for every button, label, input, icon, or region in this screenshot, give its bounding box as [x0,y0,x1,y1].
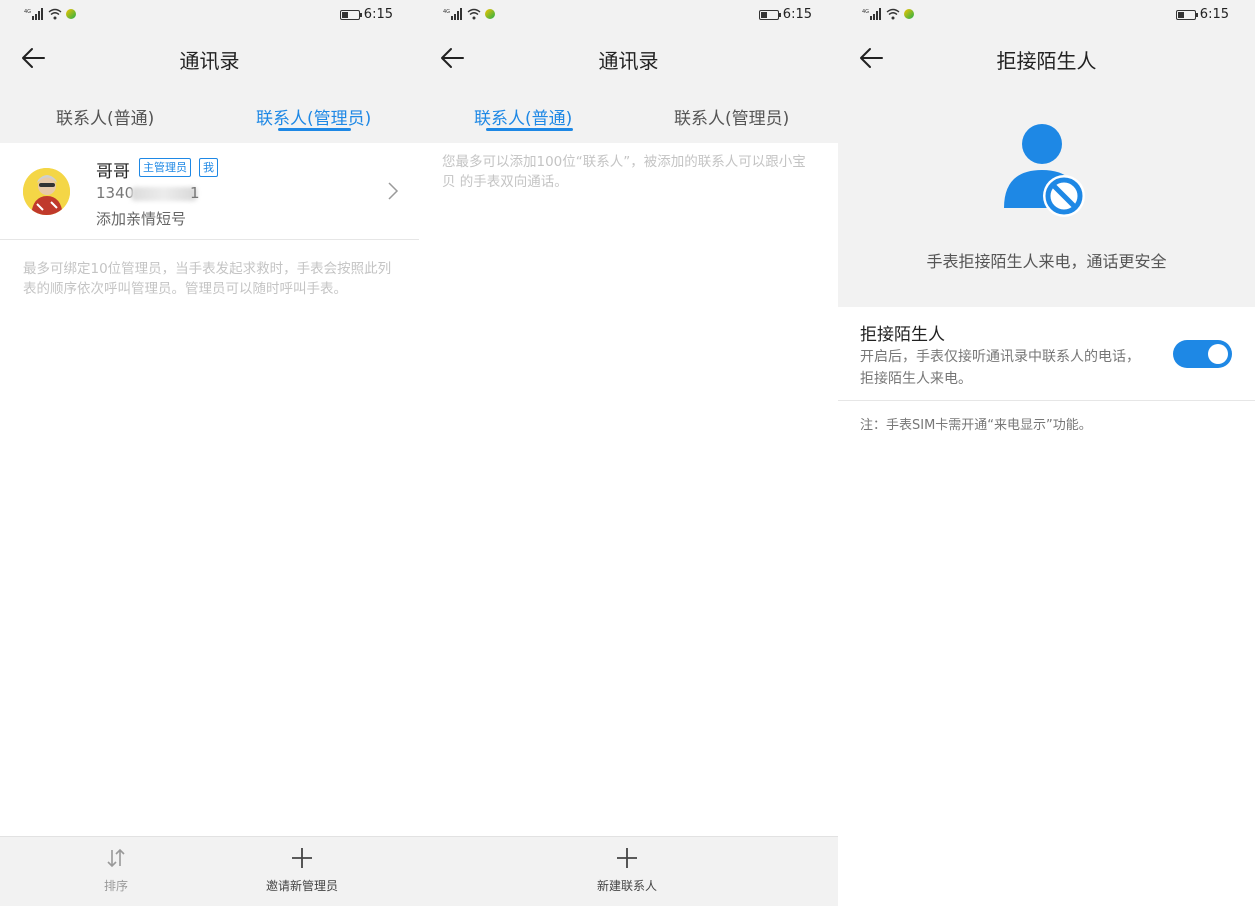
setting-title: 拒接陌生人 [860,325,945,345]
wifi-icon [48,8,62,20]
status-icons: 4G [862,8,914,20]
plus-icon [617,848,637,868]
me-badge: 我 [199,158,218,177]
battery-icon [1175,9,1198,20]
contacts-normal-screen: 4G 6:15 通讯录 联系人(普通) 联系人(管理员) 您最多可以添加100位… [419,0,838,906]
setting-description: 开启后，手表仅接听通讯录中联系人的电话，拒接陌生人来电。 [860,349,1140,387]
status-bar: 4G 6:15 [0,0,419,30]
app-notification-icon [485,9,495,19]
status-time: 6:15 [782,7,812,22]
signal-icon: 4G [443,8,462,20]
battery-icon [339,9,362,20]
sort-button[interactable]: 排序 [92,847,140,894]
wifi-icon [886,8,900,20]
phone-redacted [131,187,197,201]
reject-strangers-setting: 拒接陌生人 开启后，手表仅接听通讯录中联系人的电话，拒接陌生人来电。 [838,307,1255,401]
avatar [23,168,70,215]
contact-name: 哥哥 [96,162,130,182]
chevron-right-icon [388,182,399,200]
status-time: 6:15 [1199,7,1229,22]
signal-icon: 4G [24,8,43,20]
nav-bar: 通讯录 [0,30,419,86]
battery-icon [758,9,781,20]
page-title: 通讯录 [179,49,240,73]
contact-tabs: 联系人(普通) 联系人(管理员) [419,86,838,143]
status-right: 6:15 [758,7,812,22]
contacts-admin-screen: 4G 6:15 通讯录 联系人(普通) 联系人(管理员) 哥哥 主管理员 我 1… [0,0,419,906]
svg-text:4G: 4G [443,9,450,15]
nav-bar: 拒接陌生人 [838,30,1255,86]
contact-item[interactable]: 哥哥 主管理员 我 1340 1 添加亲情短号 [0,143,419,240]
bottom-action-bar: 新建联系人 [419,836,838,906]
app-notification-icon [66,9,76,19]
plus-icon [292,848,312,868]
active-tab-indicator [486,128,573,131]
sort-label: 排序 [103,879,128,893]
reject-strangers-hero: 手表拒接陌生人来电，通话更安全 [838,86,1255,307]
phone-prefix: 1340 [96,184,135,202]
status-icons: 4G [24,8,76,20]
admin-hint-text: 最多可绑定10位管理员，当手表发起求救时，手表会按照此列表的顺序依次呼叫管理员。… [23,261,392,297]
status-bar: 4G 6:15 [838,0,1255,30]
invite-admin-label: 邀请新管理员 [265,879,338,893]
status-bar: 4G 6:15 [419,0,838,30]
sort-icon [107,848,125,868]
status-right: 6:15 [1175,7,1229,22]
sim-note: 注：手表SIM卡需开通“来电显示”功能。 [860,418,1092,433]
status-right: 6:15 [339,7,393,22]
reject-strangers-screen: 4G 6:15 拒接陌生人 手表拒接陌生人来电，通话更安全 拒接陌生人 开启后，… [838,0,1255,906]
tab-contacts-admin[interactable]: 联系人(管理员) [256,104,371,129]
svg-text:4G: 4G [24,9,31,15]
page-title: 拒接陌生人 [996,49,1097,73]
svg-text:4G: 4G [862,9,869,15]
page-title: 通讯录 [598,49,659,73]
user-blocked-icon [1004,124,1085,217]
status-icons: 4G [443,8,495,20]
nav-bar: 通讯录 [419,30,838,86]
app-notification-icon [904,9,914,19]
contact-tabs: 联系人(普通) 联系人(管理员) [0,86,419,143]
contacts-hint-text: 您最多可以添加100位“联系人”，被添加的联系人可以跟小宝贝 的手表双向通话。 [442,154,806,190]
admin-badge: 主管理员 [139,158,191,177]
signal-icon: 4G [862,8,881,20]
reject-strangers-toggle[interactable] [1173,340,1232,368]
bottom-action-bar: 排序 邀请新管理员 [0,836,419,906]
hero-description: 手表拒接陌生人来电，通话更安全 [926,252,1167,271]
contact-phone: 1340 [96,184,134,202]
wifi-icon [467,8,481,20]
invite-admin-button[interactable]: 邀请新管理员 [252,847,352,894]
tab-contacts-normal[interactable]: 联系人(普通) [56,104,154,129]
add-family-short-number[interactable]: 添加亲情短号 [96,208,186,229]
toggle-knob [1208,344,1228,364]
tab-contacts-admin[interactable]: 联系人(管理员) [674,104,789,129]
new-contact-button[interactable]: 新建联系人 [577,847,677,894]
new-contact-label: 新建联系人 [596,879,657,893]
active-tab-indicator [278,128,351,131]
phone-suffix: 1 [190,184,200,202]
status-time: 6:15 [363,7,393,22]
tab-contacts-normal[interactable]: 联系人(普通) [474,104,572,129]
